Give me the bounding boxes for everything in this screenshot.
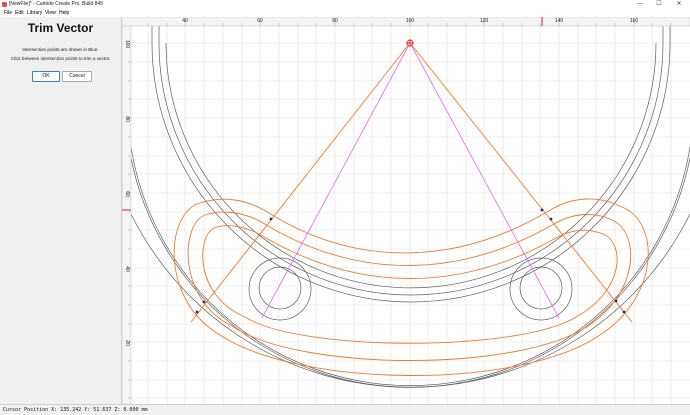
minimize-icon[interactable]: —	[633, 0, 647, 9]
left-construction-line[interactable]	[261, 42, 411, 319]
ruler-x-label: 140	[555, 18, 564, 24]
title-bar: [NewFile]* - Carbide Create Pro, Build 8…	[0, 0, 690, 9]
canvas-svg[interactable]: 40 60 80 100 120 140 160 100 80 60 40 20	[121, 16, 690, 405]
intersection-point[interactable]	[269, 217, 273, 221]
menu-file[interactable]: File	[4, 9, 12, 17]
ruler-x-label: 160	[630, 18, 639, 24]
ruler-y-label: 20	[124, 340, 130, 346]
trim-vector-panel: Trim Vector Intersection points are show…	[0, 17, 122, 404]
window-title: [NewFile]* - Carbide Create Pro, Build 8…	[9, 1, 103, 7]
status-bar: Cursor Position X: 135.242 Y: 51.637 Z: …	[0, 404, 690, 415]
right-hole-inner-circle[interactable]	[519, 266, 563, 310]
design-canvas[interactable]: 40 60 80 100 120 140 160 100 80 60 40 20	[121, 16, 690, 405]
ruler-x-label: 80	[332, 18, 338, 24]
menu-library[interactable]: Library	[27, 9, 42, 17]
outer-arc-offset-vector[interactable]	[151, 17, 671, 303]
intersection-point[interactable]	[614, 299, 618, 303]
intersection-point[interactable]	[622, 310, 626, 314]
ruler-x-label: 60	[257, 18, 263, 24]
left-orange-line[interactable]	[190, 42, 411, 323]
inner-arc-vector[interactable]	[131, 146, 690, 386]
intersection-point[interactable]	[195, 310, 199, 314]
ruler-y-label: 80	[124, 116, 130, 122]
ruler-y-label: 40	[124, 266, 130, 272]
ok-button[interactable]: OK	[32, 71, 60, 82]
grid	[131, 26, 690, 404]
offset-vectors[interactable]	[173, 42, 649, 376]
left-hole-inner-circle[interactable]	[258, 266, 302, 310]
left-ruler: 100 80 60 40 20	[121, 25, 132, 405]
right-orange-line[interactable]	[409, 42, 633, 323]
ruler-x-label: 120	[480, 18, 489, 24]
orange-slot-outer[interactable]	[173, 198, 649, 376]
inner-arc-offset-vector[interactable]	[131, 157, 690, 388]
menu-help[interactable]: Help	[59, 9, 69, 17]
panel-instruction-2: Click between intersection points to tri…	[10, 56, 111, 61]
ruler-y-label: 100	[124, 40, 130, 49]
intersection-point[interactable]	[540, 208, 544, 212]
menu-view[interactable]: View	[45, 9, 56, 17]
top-ruler: 40 60 80 100 120 140 160	[121, 16, 690, 27]
intersection-point[interactable]	[202, 300, 206, 304]
panel-instruction-1: Intersection points are shown in Blue.	[22, 47, 99, 52]
ruler-x-label: 100	[406, 18, 415, 24]
menu-edit[interactable]: Edit	[15, 9, 24, 17]
close-icon[interactable]: ✕	[672, 0, 686, 9]
construction-lines[interactable]	[261, 42, 560, 319]
intersection-point[interactable]	[549, 217, 553, 221]
app-icon	[2, 2, 7, 7]
mid-arc-vector[interactable]	[165, 42, 657, 289]
ruler-x-label: 40	[182, 18, 188, 24]
ruler-y-label: 60	[124, 191, 130, 197]
panel-title: Trim Vector	[27, 21, 94, 35]
lower-arc-vector[interactable]	[131, 213, 690, 388]
maximize-icon[interactable]: ☐	[652, 0, 666, 9]
cancel-button[interactable]: Cancel	[62, 71, 92, 82]
